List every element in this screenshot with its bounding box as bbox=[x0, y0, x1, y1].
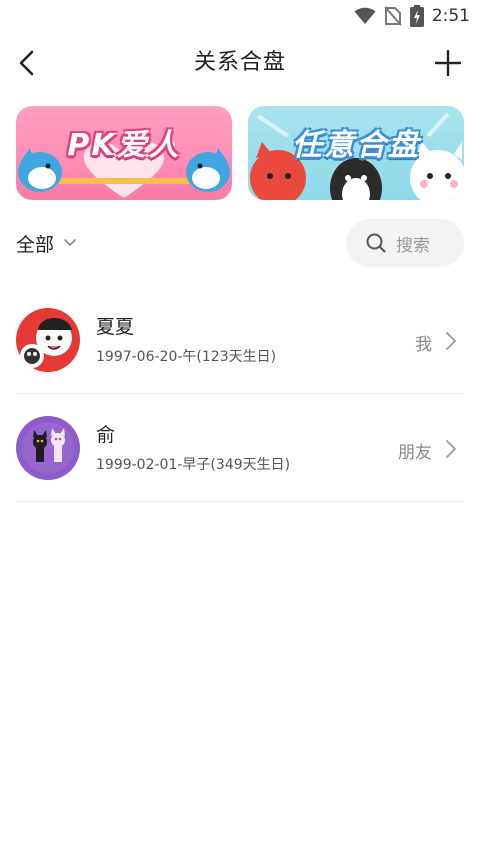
back-button[interactable] bbox=[10, 44, 42, 82]
contact-birth-info: 1999-02-01-早子(349天生日) bbox=[96, 457, 291, 473]
filter-label: 全部 bbox=[16, 233, 55, 256]
wifi-icon bbox=[354, 7, 376, 24]
list-item[interactable]: 俞 1999-02-01-早子(349天生日) 朋友 bbox=[16, 394, 464, 502]
no-sim-icon bbox=[384, 6, 402, 26]
app-header: 关系合盘 bbox=[0, 40, 480, 86]
contact-list: 夏夏 1997-06-20-午(123天生日) 我 俞 1999-02-01-早… bbox=[16, 286, 464, 502]
chevron-right-icon bbox=[446, 440, 456, 458]
search-icon bbox=[366, 233, 386, 253]
status-icons: 2:51 bbox=[354, 4, 470, 28]
pk-lover-banner[interactable]: PK爱人 bbox=[16, 106, 232, 200]
back-arrow-icon bbox=[19, 50, 34, 76]
search-placeholder: 搜索 bbox=[396, 235, 430, 256]
page-title: 关系合盘 bbox=[193, 50, 286, 75]
avatar-illustration bbox=[16, 308, 80, 372]
filter-dropdown[interactable]: 全部 bbox=[16, 218, 76, 268]
battery-charging-icon bbox=[409, 5, 424, 27]
avatar-illustration bbox=[16, 416, 80, 480]
contact-name: 俞 bbox=[96, 424, 116, 446]
pk-lover-title: PK爱人 bbox=[67, 128, 181, 163]
status-time: 2:51 bbox=[431, 6, 470, 26]
banner-row: PK爱人 任意合盘 bbox=[16, 106, 464, 200]
any-match-title: 任意合盘 bbox=[292, 128, 420, 163]
list-item[interactable]: 夏夏 1997-06-20-午(123天生日) 我 bbox=[16, 286, 464, 394]
chevron-down-icon bbox=[64, 239, 76, 246]
contact-relation-tag: 朋友 bbox=[398, 443, 432, 463]
status-bar: 2:51 bbox=[0, 0, 480, 32]
avatar bbox=[16, 308, 80, 372]
contact-relation-tag: 我 bbox=[415, 335, 432, 355]
search-input[interactable]: 搜索 bbox=[346, 219, 464, 267]
plus-icon bbox=[435, 50, 461, 76]
chevron-right-icon bbox=[446, 332, 456, 350]
add-button[interactable] bbox=[432, 46, 464, 80]
contact-name: 夏夏 bbox=[96, 316, 135, 338]
any-match-banner[interactable]: 任意合盘 bbox=[248, 106, 464, 200]
avatar bbox=[16, 416, 80, 480]
contact-birth-info: 1997-06-20-午(123天生日) bbox=[96, 349, 277, 365]
filter-row: 全部 搜索 bbox=[16, 218, 464, 268]
